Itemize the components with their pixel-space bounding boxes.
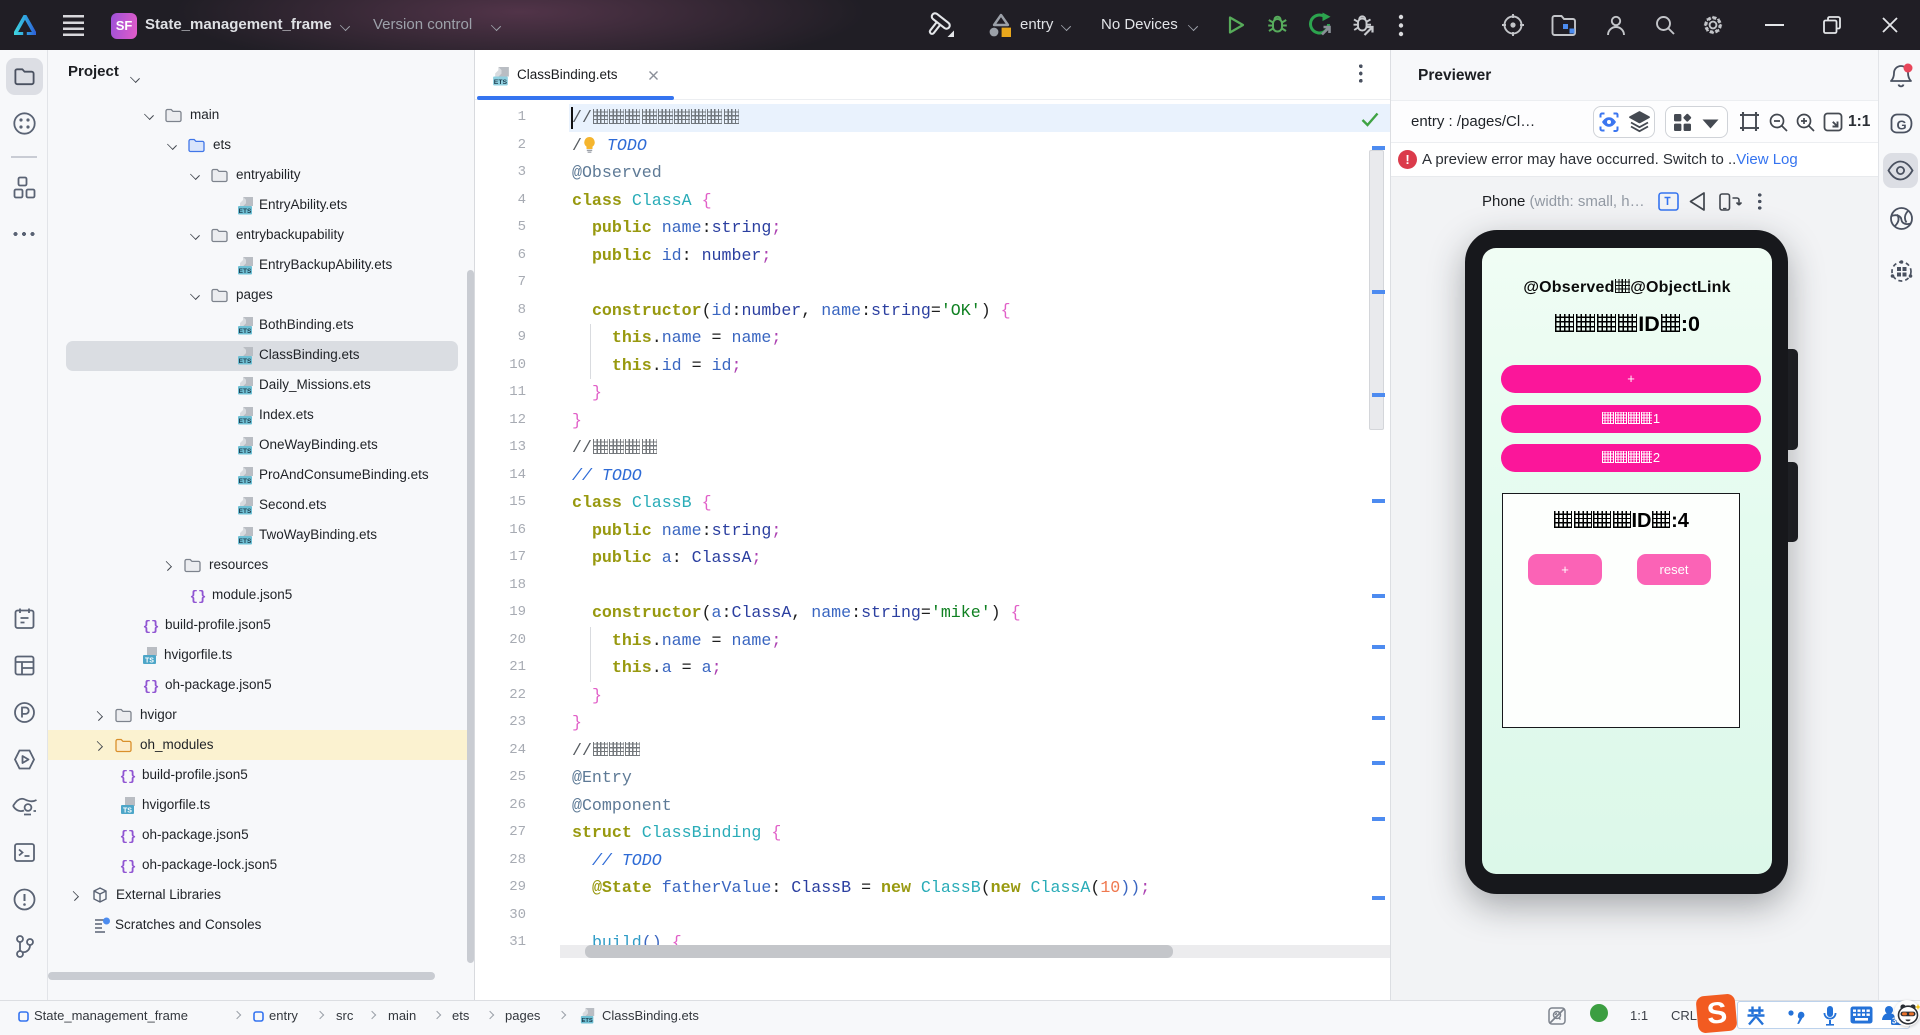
svg-text:{}: {}	[143, 619, 159, 634]
svg-text:ETS: ETS	[239, 208, 252, 215]
svg-text:ETS: ETS	[239, 448, 252, 455]
svg-text:{}: {}	[120, 859, 136, 874]
svg-text:ETS: ETS	[239, 478, 252, 485]
svg-text:ETS: ETS	[239, 328, 252, 335]
svg-text:{}: {}	[190, 589, 206, 604]
svg-text:TS: TS	[145, 657, 154, 664]
svg-text:ETS: ETS	[494, 79, 508, 86]
svg-text:ETS: ETS	[239, 358, 252, 365]
svg-text:ETS: ETS	[239, 268, 252, 275]
svg-text:{}: {}	[143, 679, 159, 694]
svg-text:ETS: ETS	[239, 538, 252, 545]
svg-text:{}: {}	[120, 769, 136, 784]
svg-text:{}: {}	[120, 829, 136, 844]
svg-text:G: G	[1896, 118, 1906, 133]
svg-text:ETS: ETS	[239, 508, 252, 515]
svg-text:ETS: ETS	[239, 388, 252, 395]
svg-text:TS: TS	[123, 807, 132, 814]
svg-text:ETS: ETS	[239, 418, 252, 425]
svg-text:ETS: ETS	[582, 1018, 593, 1024]
